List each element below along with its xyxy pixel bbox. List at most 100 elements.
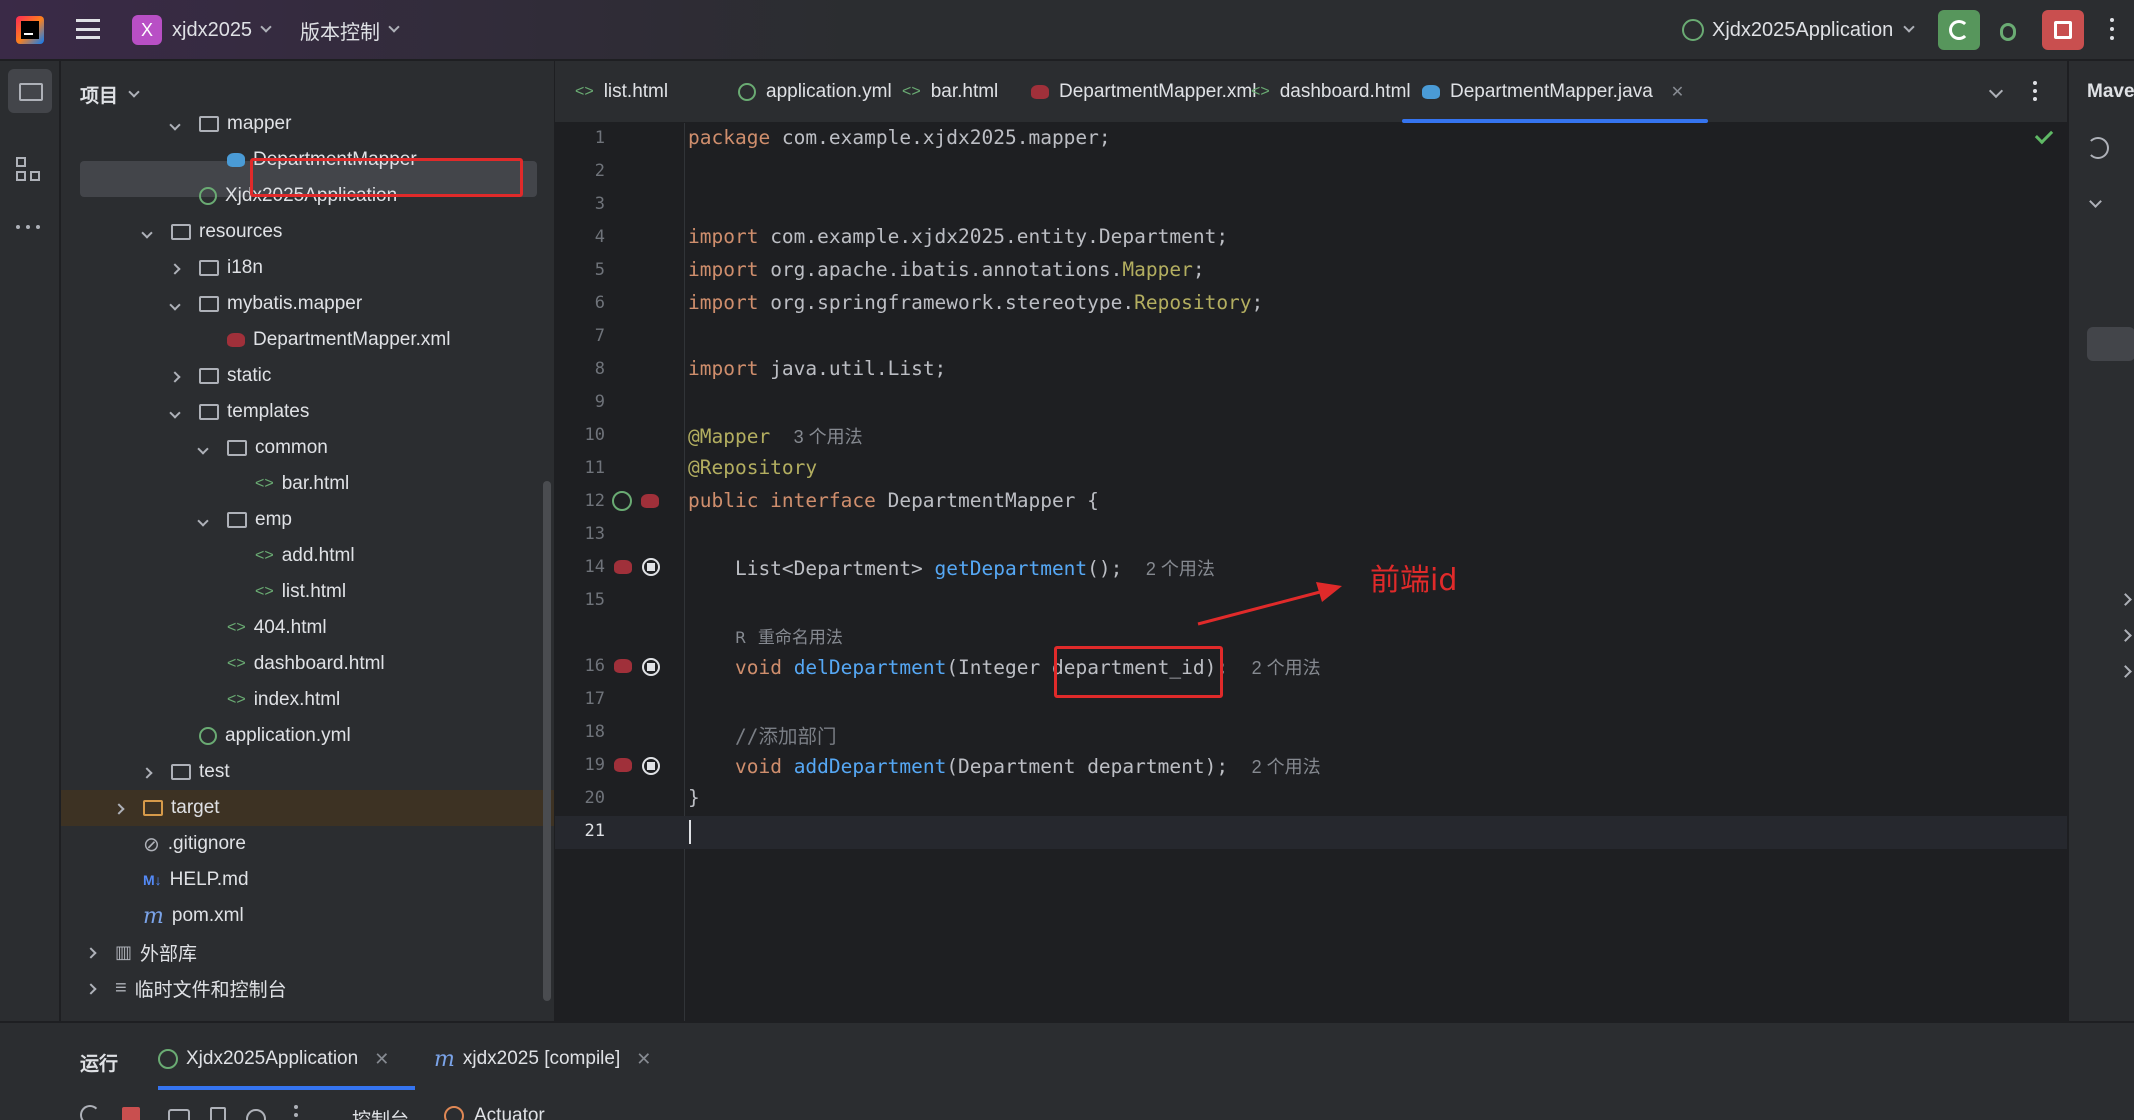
maven-panel-title[interactable]: Mave (2087, 81, 2134, 103)
code-line-19[interactable]: void addDepartment(Department department… (688, 753, 1321, 779)
chevron-down-icon[interactable] (169, 299, 181, 311)
chevron-down-icon[interactable] (197, 443, 209, 455)
run-tab-compile[interactable]: m xjdx2025 [compile] ✕ (434, 1039, 651, 1079)
chevron-right-icon[interactable] (141, 767, 153, 779)
chevron-right-icon[interactable] (113, 803, 125, 815)
implementation-gutter-icon[interactable] (642, 757, 660, 775)
stop-button[interactable] (2042, 10, 2084, 50)
editor-tab[interactable]: <> list.html (575, 61, 668, 123)
close-icon[interactable]: ✕ (636, 1049, 651, 1070)
gauge-icon[interactable] (246, 1109, 266, 1120)
exit-icon[interactable] (210, 1107, 226, 1120)
debug-bug-icon[interactable] (1996, 17, 2020, 43)
chevron-right-icon[interactable] (85, 947, 97, 959)
more-tools-icon[interactable] (16, 225, 44, 231)
close-icon[interactable]: ✕ (374, 1049, 389, 1070)
tree-item[interactable]: mapper (169, 106, 291, 142)
rerun-icon[interactable] (80, 1105, 100, 1120)
tree-item[interactable]: <> index.html (199, 682, 340, 718)
code-line-6[interactable]: import org.springframework.stereotype.Re… (688, 291, 1263, 314)
mybatis-gutter-icon[interactable] (641, 494, 659, 508)
code-line-16[interactable]: void delDepartment(Integer department_id… (688, 654, 1321, 680)
code-line-18[interactable]: //添加部门 (688, 720, 837, 749)
expand-chevron-icon[interactable] (2119, 663, 2132, 681)
main-menu-icon[interactable] (76, 19, 100, 39)
tree-item[interactable]: <> bar.html (227, 466, 349, 502)
code-line-11[interactable]: @Repository (688, 456, 817, 479)
stop-icon[interactable] (122, 1107, 140, 1120)
chevron-down-icon[interactable] (169, 407, 181, 419)
mybatis-gutter-icon[interactable] (614, 560, 632, 574)
tree-item[interactable]: <> add.html (227, 538, 355, 574)
collapse-chevron-icon[interactable] (2089, 193, 2102, 211)
project-switcher[interactable]: X xjdx2025 (132, 14, 272, 46)
tree-item[interactable]: application.yml (171, 718, 351, 754)
implementation-gutter-icon[interactable] (642, 658, 660, 676)
tree-item[interactable]: DepartmentMapper.xml (199, 322, 450, 358)
chevron-right-icon[interactable] (85, 983, 97, 995)
rename-usages-hint[interactable]: R 重命名用法 (735, 623, 843, 648)
rerun-button[interactable] (1938, 10, 1980, 50)
app-logo-icon[interactable] (16, 16, 44, 44)
tab-list-chevron-icon[interactable] (1988, 83, 2004, 101)
structure-icon[interactable] (16, 157, 44, 185)
editor-tab[interactable]: DepartmentMapper.java ✕ (1402, 61, 1709, 123)
chevron-down-icon[interactable] (197, 515, 209, 527)
spring-bean-gutter-icon[interactable] (612, 491, 632, 511)
code-line-14[interactable]: List<Department> getDepartment(); 2 个用法 (688, 555, 1215, 581)
editor-tab[interactable]: DepartmentMapper.xml (1031, 61, 1256, 123)
vcs-menu[interactable]: 版本控制 (300, 14, 400, 46)
more-vertical-icon[interactable] (294, 1105, 298, 1120)
mybatis-gutter-icon[interactable] (614, 659, 632, 673)
tree-item[interactable]: i18n (169, 250, 263, 286)
close-icon[interactable]: ✕ (1671, 82, 1684, 102)
expand-chevron-icon[interactable] (2119, 627, 2132, 645)
chevron-down-icon[interactable] (169, 119, 181, 131)
tree-item[interactable]: m pom.xml (115, 898, 244, 934)
tree-item[interactable]: templates (169, 394, 309, 430)
code-line-8[interactable]: import java.util.List; (688, 357, 946, 380)
chevron-down-icon[interactable] (141, 227, 153, 239)
more-vertical-icon[interactable] (2110, 18, 2116, 42)
code-line-10[interactable]: @Mapper 3 个用法 (688, 423, 863, 449)
panel-scrollbar[interactable] (543, 481, 551, 1001)
code-line-20[interactable]: } (688, 786, 700, 809)
actuator-tab[interactable]: Actuator (444, 1105, 545, 1120)
tree-item[interactable]: M↓ HELP.md (115, 862, 249, 898)
tree-item[interactable]: target (61, 790, 554, 826)
editor-tab[interactable]: <> dashboard.html (1251, 61, 1411, 123)
maven-item-placeholder[interactable] (2087, 327, 2134, 361)
tree-item[interactable]: emp (197, 502, 292, 538)
usages-hint[interactable]: 2 个用法 (1252, 658, 1321, 678)
usages-hint[interactable]: 3 个用法 (794, 427, 863, 447)
tree-item[interactable]: <> 404.html (199, 610, 327, 646)
chevron-right-icon[interactable] (169, 371, 181, 383)
code-line-1[interactable]: package com.example.xjdx2025.mapper; (688, 126, 1111, 149)
chevron-right-icon[interactable] (169, 263, 181, 275)
reload-icon[interactable] (2087, 137, 2109, 159)
usages-hint[interactable]: 2 个用法 (1252, 757, 1321, 777)
tree-item[interactable]: ≡ 临时文件和控制台 (85, 970, 287, 1006)
mybatis-gutter-icon[interactable] (614, 758, 632, 772)
expand-chevron-icon[interactable] (2119, 591, 2132, 609)
editor-tab[interactable]: <> bar.html (902, 61, 998, 123)
editor-tab[interactable]: application.yml (738, 61, 892, 123)
console-tab[interactable]: 控制台 (352, 1105, 409, 1120)
implementation-gutter-icon[interactable] (642, 558, 660, 576)
code-line-5[interactable]: import org.apache.ibatis.annotations.Map… (688, 258, 1205, 281)
tree-item[interactable]: ▥ 外部库 (85, 934, 197, 970)
tree-item[interactable]: ⊘ .gitignore (115, 826, 246, 862)
tree-item[interactable]: <> dashboard.html (199, 646, 385, 682)
tabs-more-icon[interactable] (2033, 81, 2039, 105)
code-line-4[interactable]: import com.example.xjdx2025.entity.Depar… (688, 225, 1228, 248)
run-tab-app[interactable]: Xjdx2025Application ✕ (158, 1039, 389, 1079)
tree-item[interactable]: <> list.html (227, 574, 346, 610)
tree-item[interactable]: static (169, 358, 271, 394)
code-line-12[interactable]: public interface DepartmentMapper { (688, 489, 1099, 512)
run-config-selector[interactable]: Xjdx2025Application (1682, 14, 1915, 46)
tree-item[interactable]: common (197, 430, 328, 466)
tree-item[interactable]: resources (141, 214, 282, 250)
project-tool-button[interactable] (8, 69, 52, 113)
tree-item[interactable]: test (141, 754, 230, 790)
camera-icon[interactable] (168, 1109, 190, 1120)
